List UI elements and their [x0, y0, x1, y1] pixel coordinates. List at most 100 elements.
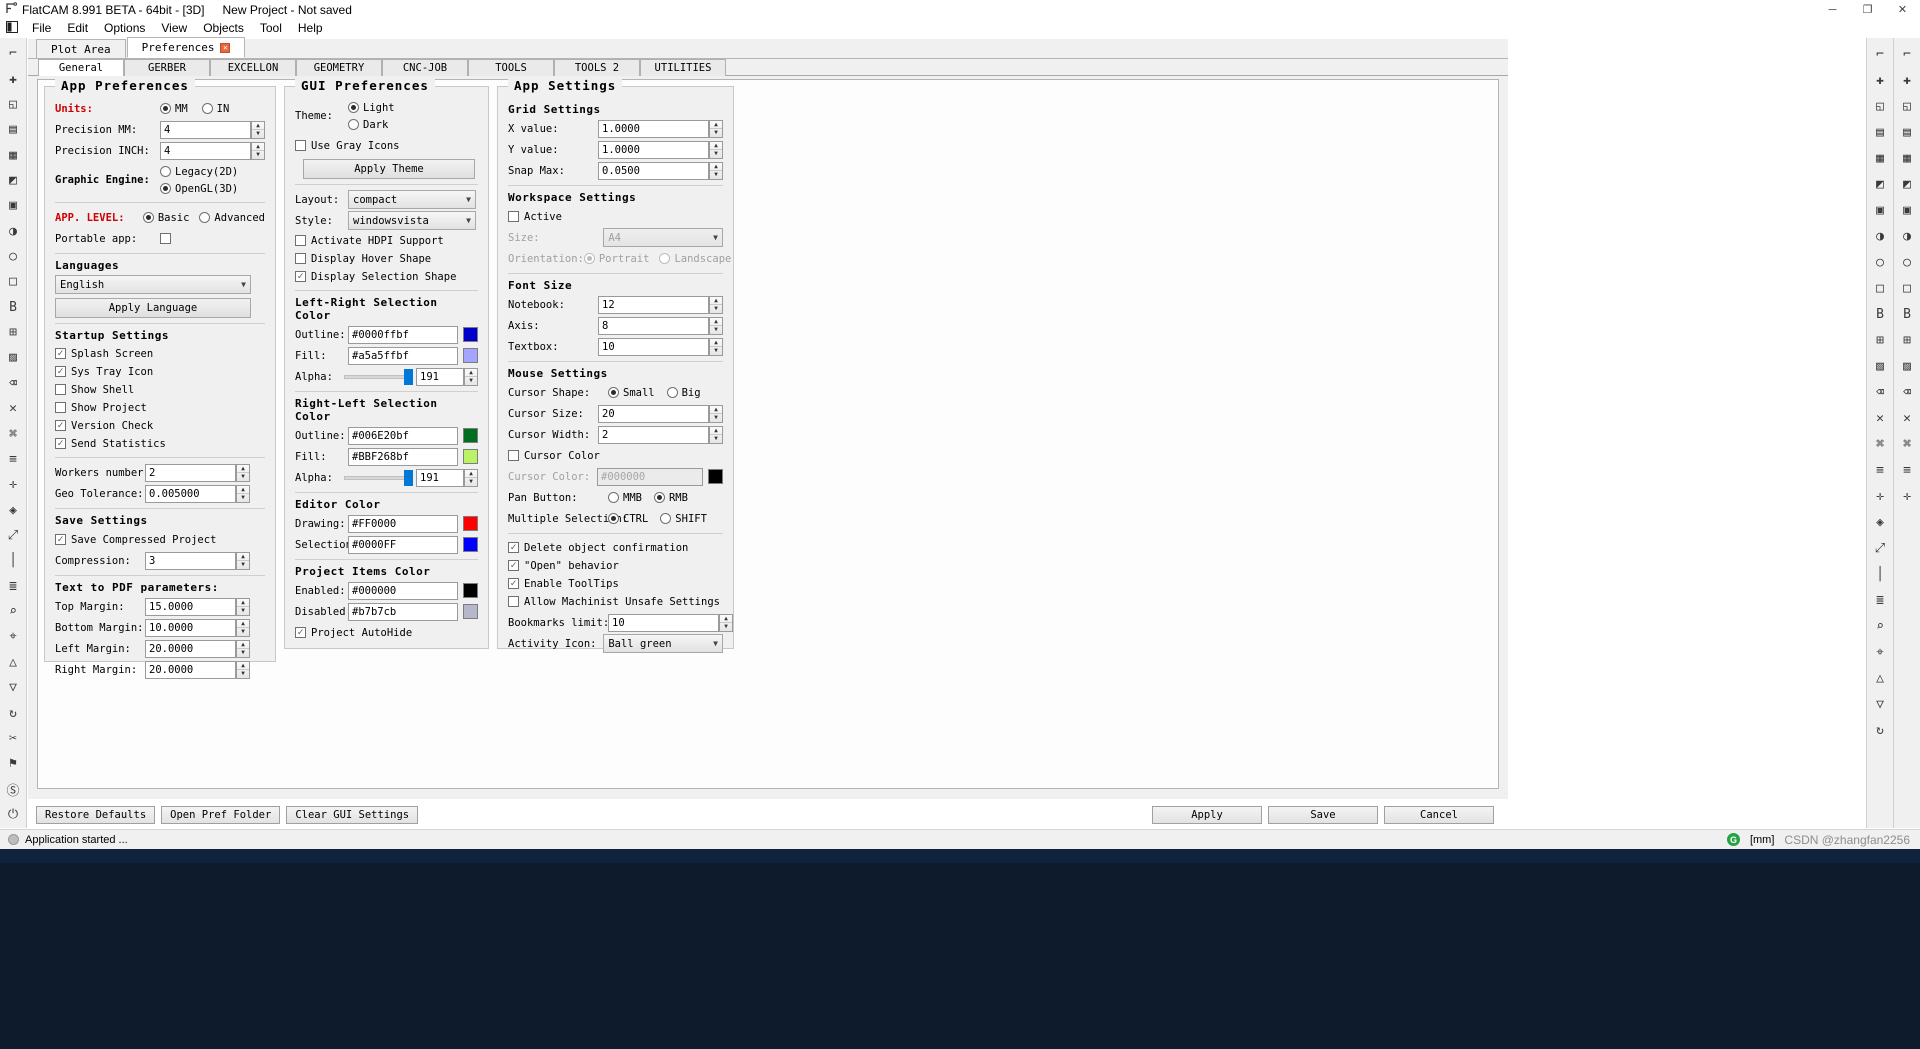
rl-fill-swatch[interactable]	[463, 449, 478, 464]
plus-icon[interactable]: │	[1869, 562, 1892, 586]
subtab-utilities[interactable]: UTILITIES	[640, 59, 726, 76]
shape2-icon[interactable]: ◑	[1896, 224, 1919, 248]
menu-options[interactable]: Options	[96, 19, 153, 38]
grid-input-1[interactable]	[598, 140, 709, 159]
open-project-icon[interactable]: ⌐	[2, 42, 25, 65]
font-spin-buttons-2[interactable]: ▲ ▼	[709, 337, 723, 356]
units-radio-in[interactable]: IN	[201, 103, 229, 115]
spin-up-icon[interactable]: ▲	[710, 339, 722, 347]
spin-down-icon[interactable]: ▼	[237, 649, 249, 657]
apply-button[interactable]: Apply	[1152, 806, 1262, 824]
spin-down-icon[interactable]: ▼	[710, 171, 722, 179]
font-stepper-2[interactable]: ▲▼	[598, 337, 723, 356]
spin-up-icon[interactable]: ▲	[710, 121, 722, 129]
gui-check-row-2[interactable]: Display Selection Shape	[295, 268, 478, 285]
tab-close-icon[interactable]: ✕	[220, 42, 231, 53]
lr-outline-input[interactable]	[348, 325, 458, 344]
pan-button-radio-mmb[interactable]: MMB	[608, 492, 642, 504]
spin-up-icon[interactable]: ▲	[237, 465, 249, 473]
notes-icon[interactable]: B	[2, 296, 25, 319]
minimize-button[interactable]: ─	[1815, 0, 1850, 19]
layout-select[interactable]: compact ▼	[348, 190, 476, 209]
pdf-spin-buttons-2[interactable]: ▲ ▼	[236, 639, 250, 658]
pdf-stepper-2[interactable]: ▲▼	[145, 639, 250, 658]
subtab-geometry[interactable]: GEOMETRY	[296, 59, 382, 76]
panel-toggle-icon[interactable]	[0, 21, 24, 36]
code-icon[interactable]: ≡	[2, 448, 25, 471]
grid-spin-buttons-1[interactable]: ▲ ▼	[709, 140, 723, 159]
orientation-radio-landscape[interactable]: Landscape	[659, 253, 731, 265]
cut-icon[interactable]: │	[2, 549, 25, 572]
measure-icon[interactable]: ⊞	[2, 321, 25, 344]
language-select[interactable]: English ▼	[55, 275, 251, 294]
spin-down-icon[interactable]: ▼	[237, 607, 249, 615]
lr-fill-swatch[interactable]	[463, 348, 478, 363]
startup-checkbox-2[interactable]	[55, 384, 66, 395]
spin-down-icon[interactable]: ▼	[710, 435, 722, 443]
gui-check-checkbox-2[interactable]	[295, 271, 306, 282]
gui-check-row-0[interactable]: Activate HDPI Support	[295, 232, 478, 249]
project-enabled-swatch[interactable]	[463, 583, 478, 598]
pdf-stepper-1[interactable]: ▲▼	[145, 618, 250, 637]
subtab-general[interactable]: General	[38, 59, 124, 76]
maximize-button[interactable]: ❐	[1850, 0, 1885, 19]
cursor-width-stepper[interactable]: ▲▼	[598, 425, 723, 444]
startup-row-2[interactable]: Show Shell	[55, 381, 265, 398]
lr-alpha-stepper[interactable]: ▲▼	[416, 367, 478, 386]
lr-fill-input[interactable]	[348, 346, 458, 365]
save-compressed-row[interactable]: Save Compressed Project	[55, 530, 265, 549]
b-icon[interactable]: B	[1869, 302, 1892, 326]
app-setting-check-checkbox-0[interactable]	[508, 542, 519, 553]
app-setting-check-row-1[interactable]: "Open" behavior	[508, 557, 723, 574]
cursor-width-input[interactable]	[598, 425, 709, 444]
font-spin-buttons-1[interactable]: ▲ ▼	[709, 316, 723, 335]
grid-stepper-2[interactable]: ▲▼	[598, 161, 723, 180]
apply-language-button[interactable]: Apply Language	[55, 298, 251, 318]
spin-up-icon[interactable]: ▲	[710, 163, 722, 171]
rl-alpha-input[interactable]	[416, 468, 464, 487]
table-icon[interactable]: ▨	[1869, 354, 1892, 378]
workers-input[interactable]	[145, 463, 236, 482]
cursor-color-check-row[interactable]: Cursor Color	[508, 446, 723, 465]
subtab-gerber[interactable]: GERBER	[124, 59, 210, 76]
tab-preferences[interactable]: Preferences ✕	[126, 37, 246, 58]
startup-row-5[interactable]: Send Statistics	[55, 435, 265, 452]
new-geometry-icon[interactable]: ✚	[2, 67, 25, 90]
x-icon[interactable]: ⌫	[1896, 380, 1919, 404]
subtab-excellon[interactable]: EXCELLON	[210, 59, 296, 76]
spin-up-icon[interactable]: ▲	[237, 599, 249, 607]
lr-alpha-spin-buttons[interactable]: ▲ ▼	[464, 367, 478, 386]
font-input-2[interactable]	[598, 337, 709, 356]
spin-up-icon[interactable]: ▲	[720, 615, 732, 623]
precision-inch-stepper[interactable]: ▲▼	[160, 141, 265, 160]
activity-icon-select[interactable]: Ball green ▼	[603, 634, 723, 653]
cursor-size-stepper[interactable]: ▲▼	[598, 404, 723, 423]
workspace-size-select[interactable]: A4 ▼	[603, 228, 723, 247]
brackets-icon[interactable]: ◈	[2, 498, 25, 521]
spin-up-icon[interactable]: ▲	[237, 662, 249, 670]
cursor-color-checkbox[interactable]	[508, 450, 519, 461]
tab-plot-area[interactable]: Plot Area	[36, 39, 126, 58]
gui-check-checkbox-0[interactable]	[295, 235, 306, 246]
project-autohide-row[interactable]: Project AutoHide	[295, 623, 478, 642]
pen-icon[interactable]: ⌕	[2, 600, 25, 623]
app-setting-check-row-3[interactable]: Allow Machinist Unsafe Settings	[508, 593, 723, 610]
cancel-button[interactable]: Cancel	[1384, 806, 1494, 824]
grid-input-2[interactable]	[598, 161, 709, 180]
properties-icon[interactable]: ○	[2, 245, 25, 268]
cursor-shape-radio-small[interactable]: Small	[608, 387, 655, 399]
workspace-active-row[interactable]: Active	[508, 207, 723, 226]
startup-row-3[interactable]: Show Project	[55, 399, 265, 416]
startup-checkbox-1[interactable]	[55, 366, 66, 377]
geometry-editor-icon[interactable]: ◑	[2, 220, 25, 243]
spin-down-icon[interactable]: ▼	[710, 347, 722, 355]
circle-icon[interactable]: ○	[1869, 250, 1892, 274]
bold-icon[interactable]: ▣	[1896, 198, 1919, 222]
open-pref-folder-button[interactable]: Open Pref Folder	[161, 806, 281, 824]
shape-icon[interactable]: ▣	[1869, 198, 1892, 222]
rl-outline-swatch[interactable]	[463, 428, 478, 443]
geo-tolerance-stepper[interactable]: ▲▼	[145, 484, 250, 503]
geo-tolerance-spin-buttons[interactable]: ▲ ▼	[236, 484, 250, 503]
multiple-selection-radio-shift[interactable]: SHIFT	[660, 513, 707, 525]
spin-down-icon[interactable]: ▼	[710, 129, 722, 137]
